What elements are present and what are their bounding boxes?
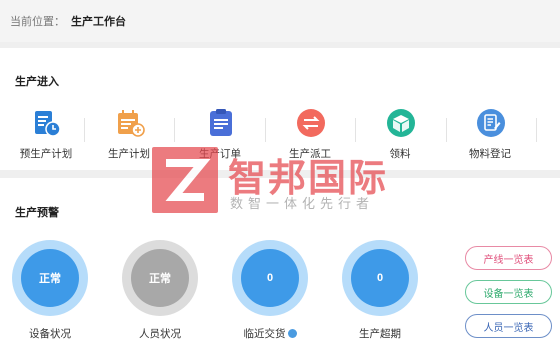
gauge-label-overdue: 生产超期: [359, 328, 401, 340]
schedule-doc-icon: [32, 108, 62, 138]
entry-label: 生产订单: [199, 148, 241, 160]
breadcrumb: 当前位置： 生产工作台: [0, 0, 560, 42]
exchange-icon: [296, 108, 326, 138]
entry-label: 领料: [389, 148, 411, 160]
gauge-label-equipment: 设备状况: [29, 328, 71, 340]
gauge-value: 正常: [131, 249, 189, 307]
equipment-list-button[interactable]: 设备一览表: [465, 280, 552, 304]
entry-label: 预生产计划: [19, 148, 73, 160]
equipment-status-gauge[interactable]: 正常: [12, 240, 88, 316]
entry-material-registration[interactable]: 物料登记: [450, 108, 530, 168]
gauge-label-near-delivery: 临近交货: [232, 326, 308, 341]
entry-label: 生产计划: [108, 148, 150, 160]
divider: [536, 118, 537, 142]
entry-production-order[interactable]: 生产订单: [180, 108, 260, 168]
production-warning-title: 生产预警: [15, 207, 59, 219]
personnel-status-gauge[interactable]: 正常: [122, 240, 198, 316]
gauge-label-text: 临近交货: [243, 328, 286, 340]
breadcrumb-prefix: 当前位置：: [10, 16, 65, 28]
production-line-list-button[interactable]: 产线一览表: [465, 246, 552, 270]
divider: [174, 118, 175, 142]
box-icon: [386, 108, 416, 138]
personnel-list-button[interactable]: 人员一览表: [465, 314, 552, 338]
calendar-add-icon: [115, 108, 145, 138]
edit-doc-icon: [476, 108, 506, 138]
entry-label: 物料登记: [469, 148, 511, 160]
entry-label: 生产派工: [289, 148, 331, 160]
near-delivery-gauge[interactable]: 0: [232, 240, 308, 316]
entry-row: 预生产计划 生产计划 生产订单 生产派工 领料 物料登记: [0, 108, 560, 168]
production-entry-title: 生产进入: [15, 76, 59, 88]
breadcrumb-current: 生产工作台: [71, 16, 126, 28]
gauge-label-personnel: 人员状况: [139, 328, 181, 340]
entry-pre-production-plan[interactable]: 预生产计划: [6, 108, 86, 168]
production-overdue-gauge[interactable]: 0: [342, 240, 418, 316]
production-entry-panel: 生产进入 预生产计划 生产计划 生产订单 生产派工 领料 物料登记: [0, 48, 560, 170]
divider: [355, 118, 356, 142]
entry-production-plan[interactable]: 生产计划: [89, 108, 169, 168]
gear-icon[interactable]: [287, 328, 297, 338]
entry-material-requisition[interactable]: 领料: [360, 108, 440, 168]
gauge-value: 正常: [21, 249, 79, 307]
divider: [84, 118, 85, 142]
entry-production-dispatch[interactable]: 生产派工: [270, 108, 350, 168]
clipboard-icon: [206, 108, 236, 138]
gauge-value: 0: [351, 249, 409, 307]
divider: [446, 118, 447, 142]
gauge-value: 0: [241, 249, 299, 307]
production-warning-panel: 生产预警 正常 设备状况 正常 人员状况 0 临近交货 0 生产超期 产线一览表…: [0, 178, 560, 360]
divider: [265, 118, 266, 142]
